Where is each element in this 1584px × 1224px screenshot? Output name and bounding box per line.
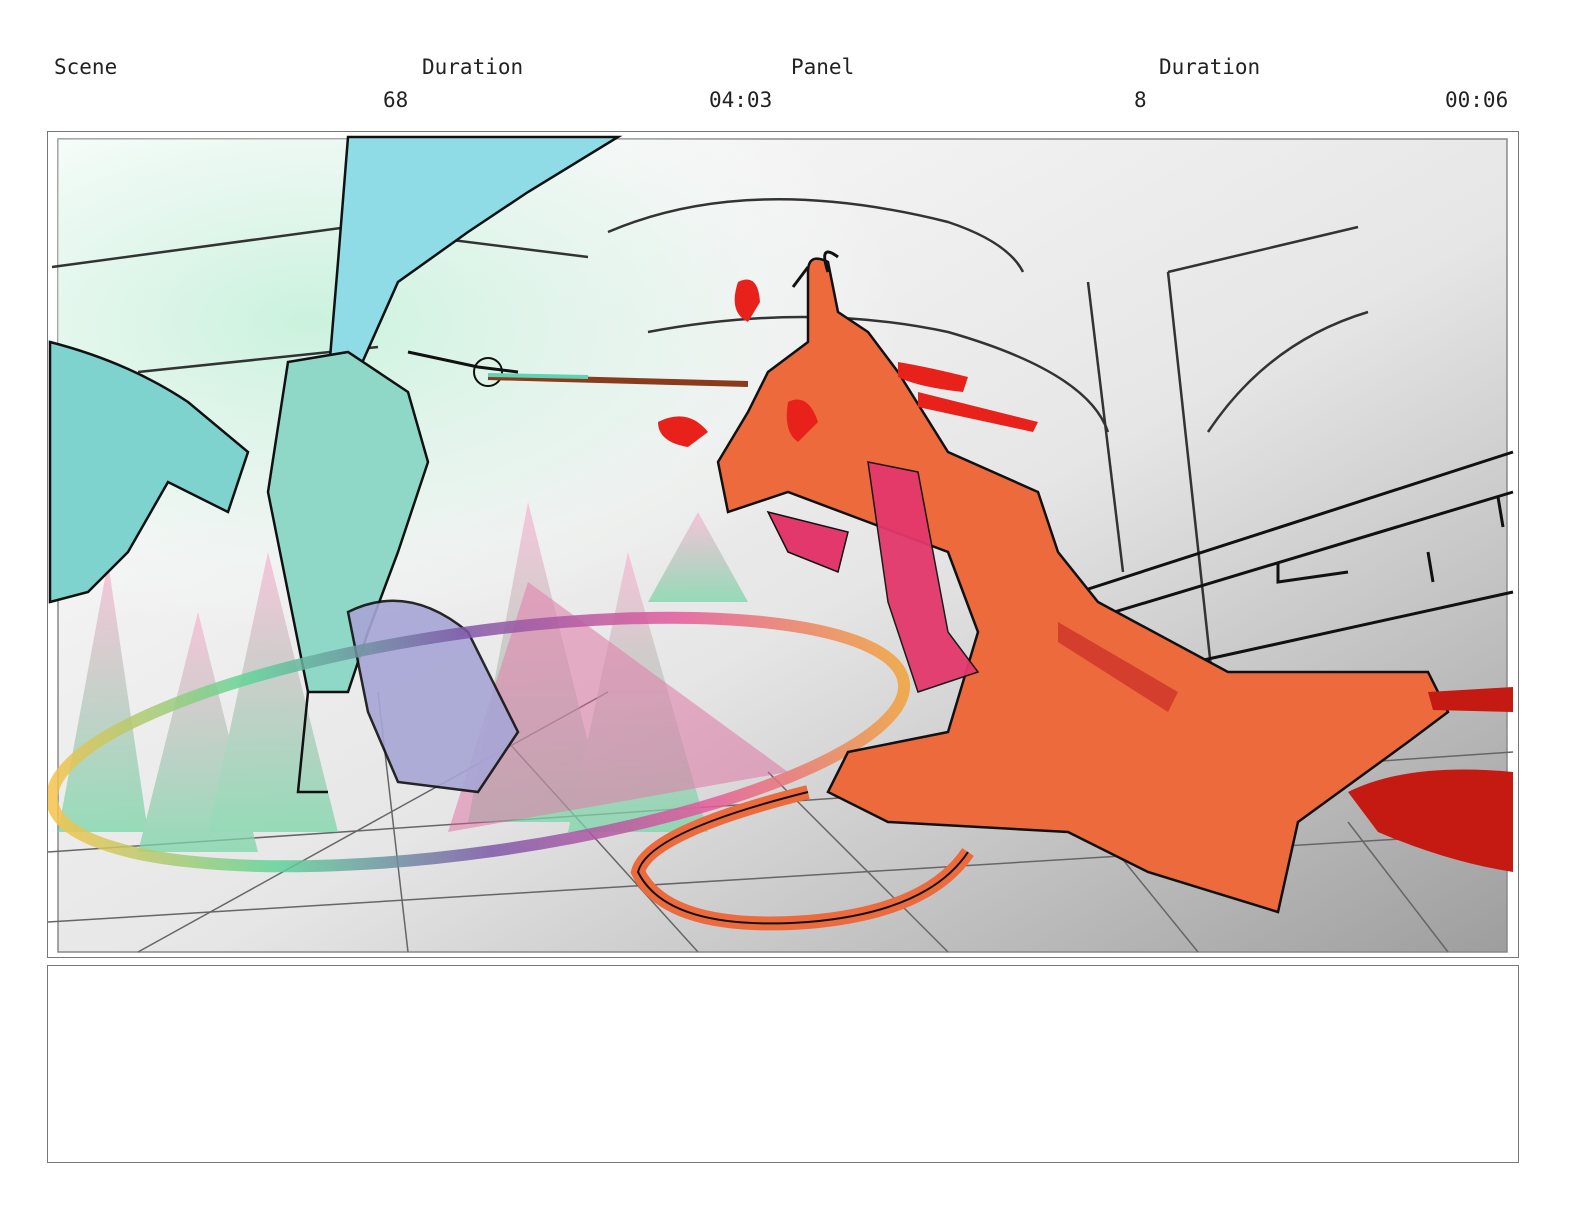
panel-drawing [48,135,1514,953]
scene-number: 68 [383,88,409,112]
panel-duration-label: Duration [1159,55,1261,79]
scene-label: Scene [54,55,118,79]
panel-label: Panel [791,55,855,79]
storyboard-panel [47,131,1519,958]
panel-notes-text [48,966,1518,986]
scene-duration-label: Duration [422,55,524,79]
scene-duration-value: 04:03 [709,88,773,112]
panel-number: 8 [1134,88,1147,112]
panel-duration-value: 00:06 [1445,88,1509,112]
panel-notes-box[interactable] [47,965,1519,1163]
